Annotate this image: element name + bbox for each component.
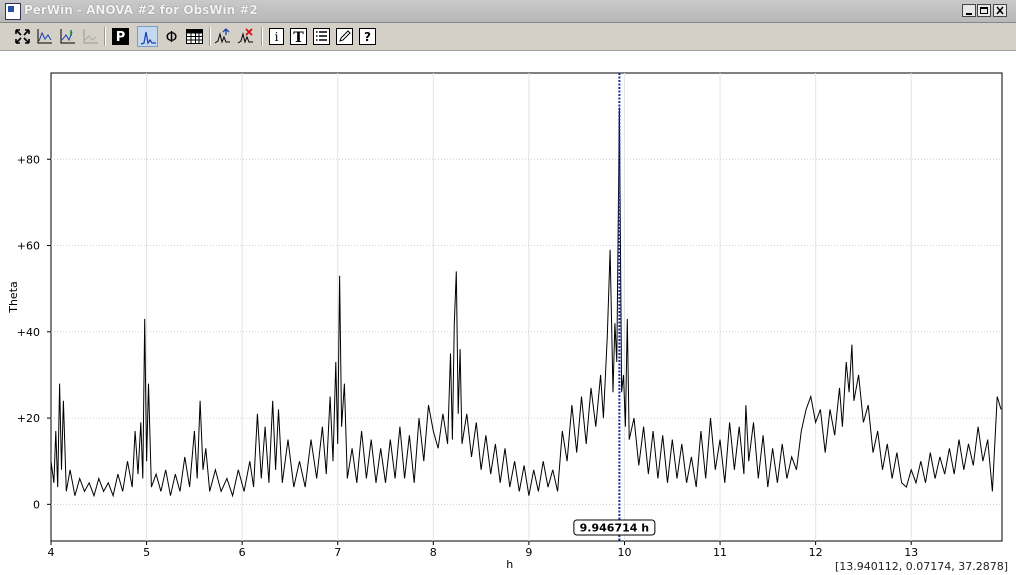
list-button[interactable] xyxy=(311,26,332,47)
x-tick-label: 7 xyxy=(334,546,341,559)
toolbar-separator xyxy=(209,27,211,46)
toolbar: P Φ i T ? xyxy=(0,23,1016,51)
plot-axes-icon xyxy=(37,29,52,44)
table-button[interactable] xyxy=(184,26,205,47)
minimize-button[interactable] xyxy=(962,4,976,17)
plot-axes-disabled-icon xyxy=(83,29,98,44)
x-tick-label: 13 xyxy=(904,546,918,559)
peak-remove-icon xyxy=(237,28,253,44)
zoom-fit-button[interactable] xyxy=(12,26,33,47)
text-icon: T xyxy=(290,28,307,46)
phase-button[interactable]: Φ xyxy=(161,26,182,47)
info-button[interactable]: i xyxy=(266,26,287,47)
cursor-coordinates: [13.940112, 0.07174, 37.2878] xyxy=(834,560,1008,573)
list-icon xyxy=(313,28,330,45)
x-tick-label: 10 xyxy=(617,546,631,559)
peak-mark-button[interactable] xyxy=(213,26,234,47)
table-icon xyxy=(186,29,203,44)
toolbar-separator xyxy=(104,27,106,46)
y-tick-label: +60 xyxy=(17,240,40,253)
x-tick-label: 12 xyxy=(809,546,823,559)
x-axis-label: h xyxy=(506,558,513,571)
phase-icon: Φ xyxy=(166,28,178,46)
plot-axes-alt-button[interactable] xyxy=(57,26,78,47)
app-icon xyxy=(5,3,21,20)
x-tick-label: 4 xyxy=(48,546,55,559)
y-axis-label: Theta xyxy=(7,281,20,314)
y-tick-label: +80 xyxy=(17,153,40,166)
plot-axes-alt-icon xyxy=(60,29,75,44)
toolbar-separator xyxy=(261,27,263,46)
periodogram-chart[interactable]: 4 5 6 7 8 9 10 11 12 13 0 +20 +40 +60 +80 h Theta 9.94671… xyxy=(0,51,1016,575)
period-p-button[interactable]: P xyxy=(110,26,131,47)
y-tick-label: 0 xyxy=(33,498,40,511)
x-tick-label: 5 xyxy=(143,546,150,559)
text-button[interactable]: T xyxy=(288,26,309,47)
phase-label: Φ xyxy=(166,28,178,46)
plot-axes-disabled-button[interactable] xyxy=(80,26,101,47)
edit-icon xyxy=(336,28,353,45)
help-label: ? xyxy=(364,30,371,44)
x-tick-label: 11 xyxy=(713,546,727,559)
periodogram-icon xyxy=(140,31,156,45)
y-tick-label: +20 xyxy=(17,412,40,425)
periodogram-button[interactable] xyxy=(137,26,158,47)
maximize-button[interactable] xyxy=(977,4,991,17)
peak-remove-button[interactable] xyxy=(236,26,257,47)
text-label: T xyxy=(293,30,304,46)
help-icon: ? xyxy=(359,28,376,45)
maximize-icon xyxy=(980,7,988,14)
y-tick-label: +40 xyxy=(17,326,40,339)
period-p-icon: P xyxy=(112,28,129,45)
close-icon xyxy=(996,6,1004,15)
window-title: PerWin - ANOVA #2 for ObsWin #2 xyxy=(24,3,258,17)
period-p-label: P xyxy=(116,30,126,45)
info-icon: i xyxy=(269,28,284,45)
x-tick-label: 8 xyxy=(430,546,437,559)
edit-button[interactable] xyxy=(334,26,355,47)
close-button[interactable] xyxy=(993,4,1007,17)
plot-axes-button[interactable] xyxy=(34,26,55,47)
peak-marker-label: 9.946714 h xyxy=(580,522,649,535)
title-bar[interactable]: PerWin - ANOVA #2 for ObsWin #2 xyxy=(0,0,1016,23)
plot-frame xyxy=(50,72,1003,542)
zoom-fit-icon xyxy=(15,29,30,44)
peak-mark-icon xyxy=(214,28,230,44)
help-button[interactable]: ? xyxy=(357,26,378,47)
minimize-icon xyxy=(966,13,972,15)
info-label: i xyxy=(275,30,279,44)
x-tick-label: 6 xyxy=(239,546,246,559)
x-tick-label: 9 xyxy=(525,546,532,559)
